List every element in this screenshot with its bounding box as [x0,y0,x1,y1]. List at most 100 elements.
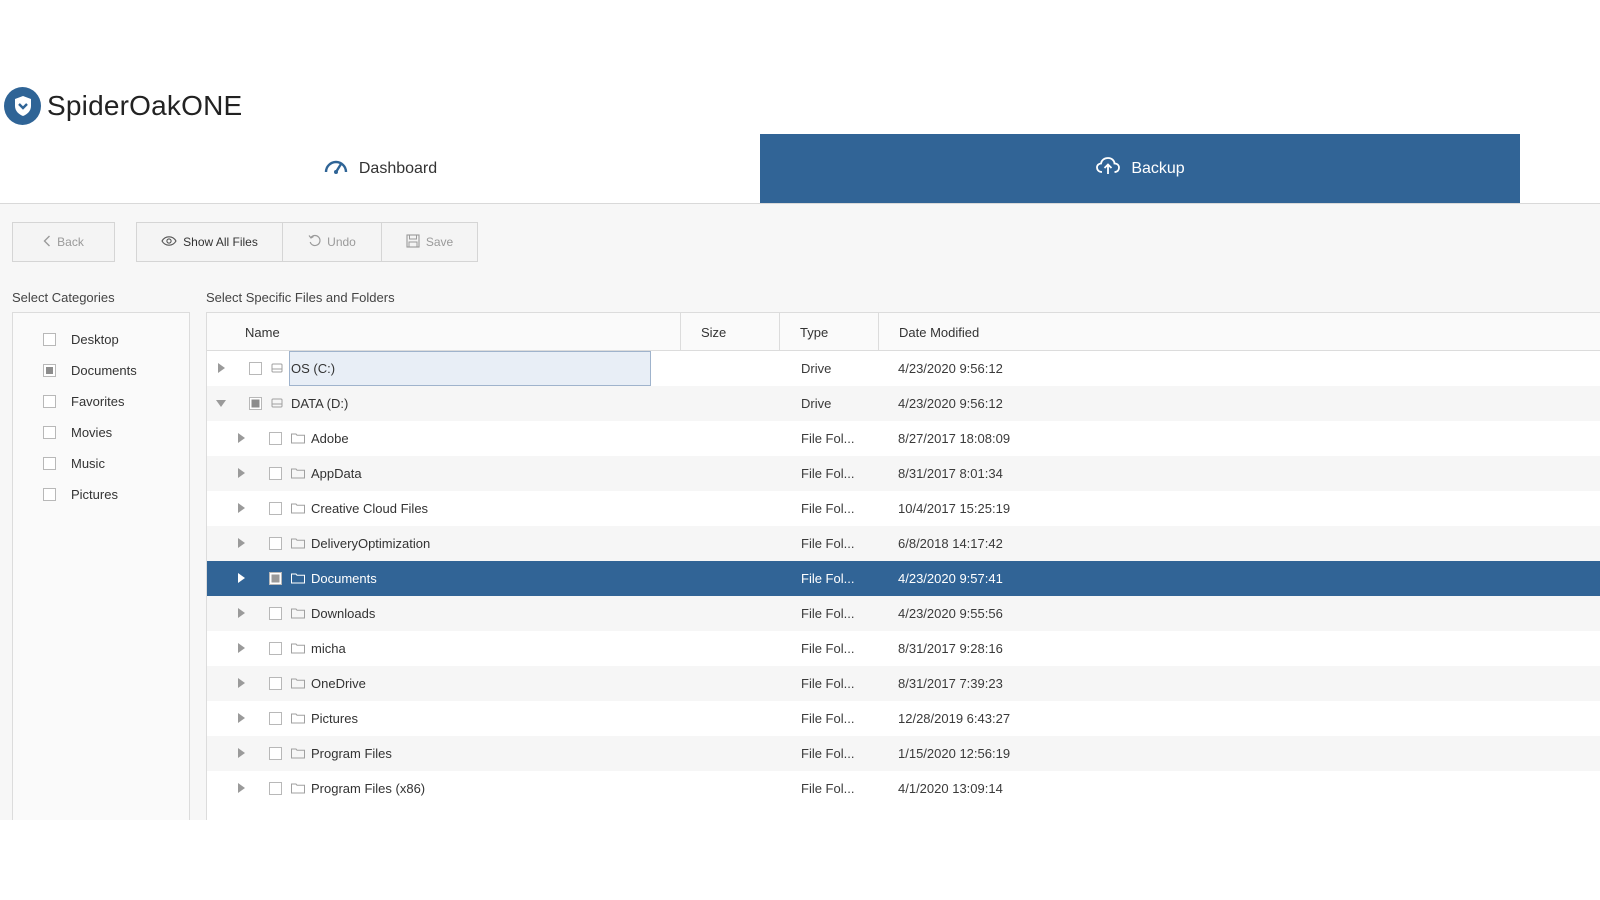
tab-backup[interactable]: Backup [760,134,1520,203]
column-header-type[interactable]: Type [779,313,878,351]
row-type: File Fol... [801,676,855,691]
caret-right-icon[interactable] [235,432,247,444]
row-name: Downloads [311,606,376,621]
row-checkbox[interactable] [269,502,282,518]
caret-right-icon[interactable] [235,642,247,654]
tab-dashboard[interactable]: Dashboard [0,134,760,203]
category-pictures[interactable]: Pictures [43,484,118,504]
row-name: OS (C:) [291,361,336,376]
category-label: Music [71,455,105,471]
save-label: Save [425,235,454,249]
table-row[interactable]: Program Files File Fol... 1/15/2020 12:56:… [207,736,1600,771]
row-checkbox[interactable] [249,362,262,378]
save-button[interactable]: Save [381,222,478,262]
category-checkbox[interactable] [43,394,56,408]
row-date-modified: 8/27/2017 18:08:09 [898,431,1011,446]
table-row[interactable]: Program Files (x86) File Fol... 4/1/2020 1… [207,771,1600,806]
row-checkbox[interactable] [269,467,282,483]
row-date-modified: 4/23/2020 9:56:12 [898,361,1003,376]
caret-right-icon[interactable] [235,782,247,794]
category-label: Pictures [71,486,118,502]
folder-icon [291,782,305,797]
undo-button[interactable]: Undo [282,222,382,262]
row-date-modified: 12/28/2019 6:43:27 [898,711,1011,726]
row-date-modified: 4/23/2020 9:56:12 [898,396,1003,411]
category-checkbox[interactable] [43,425,56,439]
caret-right-icon[interactable] [235,467,247,479]
table-row[interactable]: AppData File Fol... 8/31/2017 8:01:34 [207,456,1600,491]
category-movies[interactable]: Movies [43,422,112,442]
category-music[interactable]: Music [43,453,105,473]
row-type: File Fol... [801,781,855,796]
folder-icon [291,572,305,587]
row-type: File Fol... [801,641,855,656]
cloud-upload-icon [1095,156,1131,181]
files-heading: Select Specific Files and Folders [206,290,395,305]
row-checkbox[interactable] [269,677,282,693]
row-checkbox[interactable] [269,642,282,658]
category-label: Documents [71,362,137,378]
row-type: File Fol... [801,466,855,481]
category-checkbox[interactable] [43,487,56,501]
row-date-modified: 8/31/2017 8:01:34 [898,466,1003,481]
rename-field[interactable] [289,351,651,386]
categories-heading: Select Categories [12,290,115,305]
table-row[interactable]: Adobe File Fol... 8/27/2017 18:08:09 [207,421,1600,456]
caret-right-icon[interactable] [215,362,227,374]
back-button[interactable]: Back [12,222,115,262]
row-name: Adobe [311,431,349,446]
row-date-modified: 8/31/2017 7:39:23 [898,676,1003,691]
folder-icon [291,537,305,552]
main-tabs: Dashboard Backup [0,134,1600,204]
row-name: micha [311,641,346,656]
caret-right-icon[interactable] [235,607,247,619]
table-row[interactable]: Pictures File Fol... 12/28/2019 6:43:27 [207,701,1600,736]
row-checkbox[interactable] [269,607,282,623]
tab-label: Backup [1131,159,1185,177]
row-date-modified: 6/8/2018 14:17:42 [898,536,1003,551]
row-date-modified: 8/31/2017 9:28:16 [898,641,1003,656]
table-row[interactable]: Documents File Fol... 4/23/2020 9:57:41 [207,561,1600,596]
caret-right-icon[interactable] [235,747,247,759]
category-checkbox[interactable] [43,363,56,377]
row-checkbox[interactable] [269,537,282,553]
row-checkbox[interactable] [269,782,282,798]
row-name: Program Files (x86) [311,781,426,796]
caret-down-icon[interactable] [215,397,227,409]
eye-icon [161,235,183,249]
category-documents[interactable]: Documents [43,360,137,380]
folder-icon [291,747,305,762]
column-header-size[interactable]: Size [680,313,779,351]
folder-icon [291,642,305,657]
row-checkbox[interactable] [249,397,262,413]
show-all-files-button[interactable]: Show All Files [136,222,283,262]
column-header-date-modified[interactable]: Date Modified [878,313,1600,351]
table-row[interactable]: micha File Fol... 8/31/2017 9:28:16 [207,631,1600,666]
app-name: SpiderOakONE [47,90,243,121]
caret-right-icon[interactable] [235,502,247,514]
row-type: File Fol... [801,536,855,551]
table-row[interactable]: DeliveryOptimization File Fol... 6/8/2018 … [207,526,1600,561]
column-header-name[interactable]: Name [207,313,680,351]
caret-right-icon[interactable] [235,677,247,689]
drive-icon [271,397,283,412]
table-row[interactable]: Downloads File Fol... 4/23/2020 9:55:56 [207,596,1600,631]
table-row[interactable]: Creative Cloud Files File Fol... 10/4/2017… [207,491,1600,526]
row-checkbox[interactable] [269,712,282,728]
caret-right-icon[interactable] [235,572,247,584]
table-row[interactable]: OS (C:) Drive 4/23/2020 9:56:12 [207,351,1600,386]
category-checkbox[interactable] [43,332,56,346]
caret-right-icon[interactable] [235,537,247,549]
row-type: File Fol... [801,711,855,726]
caret-right-icon[interactable] [235,712,247,724]
table-row[interactable]: DATA (D:) Drive 4/23/2020 9:56:12 [207,386,1600,421]
row-checkbox[interactable] [269,432,282,448]
category-checkbox[interactable] [43,456,56,470]
table-row[interactable]: OneDrive File Fol... 8/31/2017 7:39:23 [207,666,1600,701]
row-checkbox[interactable] [269,572,282,588]
row-checkbox[interactable] [269,747,282,763]
category-desktop[interactable]: Desktop [43,329,119,349]
row-name: Documents [311,571,377,586]
row-type: File Fol... [801,501,855,516]
category-favorites[interactable]: Favorites [43,391,124,411]
